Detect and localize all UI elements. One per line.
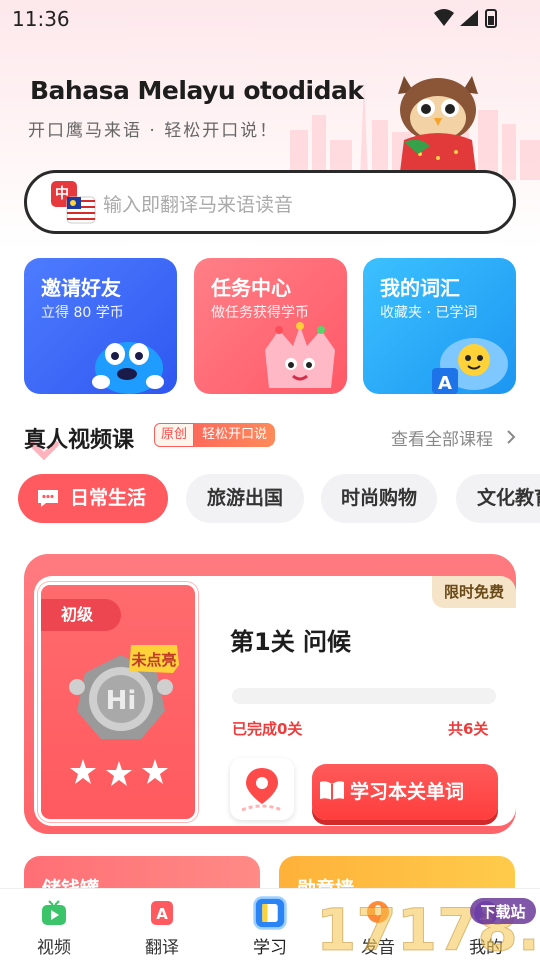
status-time: 11:36 (12, 7, 70, 31)
translate-icon: A (151, 901, 173, 925)
my-vocabulary-card[interactable]: 我的词汇 收藏夹 · 已学词 A (363, 258, 516, 394)
section-title: 真人视频课 (24, 428, 135, 453)
nav-label: 翻译 (145, 938, 179, 958)
tab-daily-life[interactable]: 日常生活 (18, 474, 168, 523)
nav-label: 学习 (253, 938, 287, 958)
lesson-card[interactable]: 限时免费 第1关 问候 已完成0关 共6关 学习本关单词 初级 Hi 未点亮 (24, 554, 516, 834)
signal-icon (460, 10, 478, 26)
nav-video[interactable]: 视频 (0, 889, 108, 960)
invite-friends-card[interactable]: 邀请好友 立得 80 学币 (24, 258, 177, 394)
study-button-label: 学习本关单词 (350, 781, 465, 803)
medal-text: Hi (106, 686, 137, 716)
svg-text:A: A (438, 373, 452, 394)
tab-label: 日常生活 (70, 487, 147, 509)
chevron-right-icon[interactable] (506, 429, 516, 445)
status-icons (434, 9, 497, 28)
star-icon (70, 759, 96, 784)
svg-text:A: A (156, 905, 168, 923)
wifi-icon (434, 9, 454, 26)
card-subtitle: 立得 80 学币 (41, 305, 124, 321)
nav-study[interactable]: 学习 (216, 889, 324, 960)
original-tag: 原创 (154, 423, 195, 447)
blue-monster-icon (92, 342, 164, 394)
star-icon (142, 759, 168, 784)
card-title: 我的词汇 (380, 276, 460, 300)
star-icon (106, 761, 132, 786)
status-bar: 11:36 (0, 0, 540, 36)
cloud-vocab-icon: A (432, 338, 508, 394)
study-words-button[interactable]: 学习本关单词 (312, 764, 498, 820)
lesson-title: 第1关 问候 (230, 628, 352, 656)
map-pin-icon (241, 768, 283, 812)
hero-title: Bahasa Melayu otodidak (30, 76, 364, 105)
site-watermark: 17178.com 下载站 (316, 896, 540, 960)
tab-shopping[interactable]: 时尚购物 (321, 474, 437, 523)
owl-mascot-icon (398, 76, 478, 172)
card-subtitle: 做任务获得学币 (211, 305, 309, 321)
translate-search-bar[interactable]: 中 输入即翻译马来语读音 (24, 170, 516, 234)
card-title: 邀请好友 (41, 276, 121, 300)
tab-travel[interactable]: 旅游出国 (186, 474, 304, 523)
card-title: 任务中心 (211, 276, 291, 300)
star-rating (70, 759, 168, 786)
watermark-badge: 下载站 (480, 903, 525, 921)
search-placeholder: 输入即翻译马来语读音 (103, 194, 294, 216)
lesson-progress-bar (232, 688, 496, 704)
pink-crown-character-icon (265, 322, 335, 388)
category-tabs: 日常生活 旅游出国 时尚购物 文化教育 (0, 474, 540, 524)
nav-label: 视频 (37, 938, 71, 958)
see-all-courses-link[interactable]: 查看全部课程 (391, 425, 493, 450)
lesson-level-panel: 初级 Hi 未点亮 (38, 582, 198, 822)
video-icon (42, 900, 66, 925)
nav-translate[interactable]: A 翻译 (108, 889, 216, 960)
easy-speak-tag: 轻松开口说 (194, 423, 276, 447)
lesson-map-button[interactable] (230, 758, 294, 820)
language-badge-text: 中 (55, 186, 69, 202)
task-center-card[interactable]: 任务中心 做任务获得学币 (194, 258, 347, 394)
level-badge: 初级 (41, 599, 121, 631)
free-tag: 限时免费 (431, 576, 516, 608)
hero-subtitle: 开口鹰马来语 · 轻松开口说！ (28, 121, 279, 141)
tab-culture[interactable]: 文化教育 (456, 474, 540, 523)
total-count: 共6关 (448, 720, 489, 738)
completed-count: 已完成0关 (232, 720, 303, 738)
study-icon (253, 896, 287, 930)
hi-medal-icon: Hi 未点亮 (69, 645, 179, 739)
chat-bubble-icon (38, 490, 58, 507)
medal-status: 未点亮 (130, 651, 176, 669)
card-subtitle: 收藏夹 · 已学词 (380, 305, 478, 321)
open-book-icon (320, 781, 344, 800)
